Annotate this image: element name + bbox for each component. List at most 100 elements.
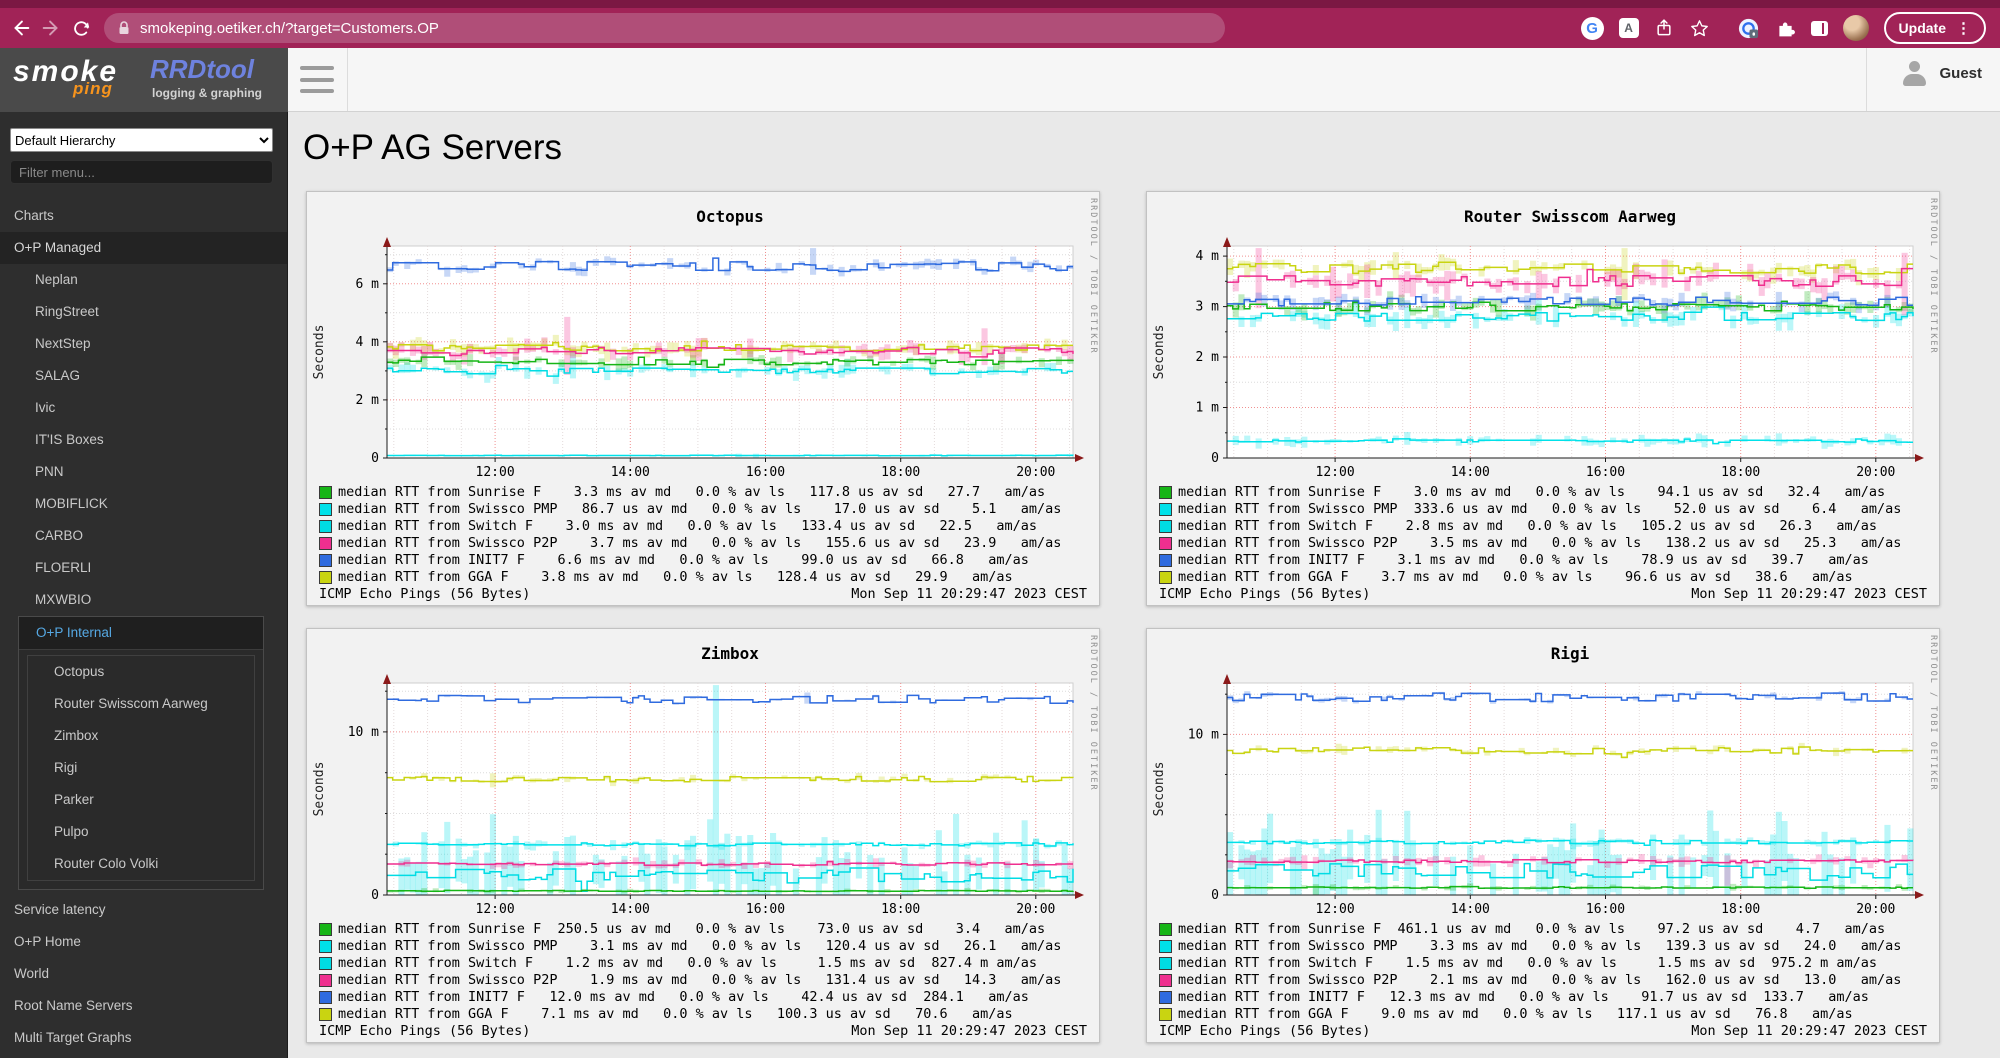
y-axis-label: Seconds — [1152, 325, 1167, 380]
sidebar-item-it-is-boxes[interactable]: IT'IS Boxes — [0, 424, 288, 456]
legend-swatch — [319, 974, 332, 987]
sidebar-item-floerli[interactable]: FLOERLI — [0, 552, 288, 584]
legend-text: median RTT from Switch F 1.2 ms av md 0.… — [338, 955, 1037, 972]
browser-reload-button[interactable] — [66, 13, 96, 43]
hamburger-menu-icon[interactable] — [300, 66, 334, 93]
legend-swatch — [1159, 957, 1172, 970]
sidebar-item-ivic[interactable]: Ivic — [0, 392, 288, 424]
forward-arrow-icon — [40, 17, 62, 39]
share-icon[interactable] — [1654, 18, 1674, 38]
legend-swatch — [1159, 520, 1172, 533]
svg-text:0: 0 — [1211, 451, 1219, 466]
svg-text:14:00: 14:00 — [1451, 465, 1490, 480]
svg-text:2 m: 2 m — [1196, 350, 1220, 365]
legend-text: median RTT from INIT7 F 6.6 ms av md 0.0… — [338, 552, 1029, 569]
sidebar-item-mobiflick[interactable]: MOBIFLICK — [0, 488, 288, 520]
chart-title: Router Swisscom Aarweg — [1464, 207, 1676, 226]
svg-text:16:00: 16:00 — [1586, 902, 1625, 917]
sidebar-menu: ChartsO+P ManagedNeplanRingStreetNextSte… — [0, 200, 288, 1054]
sidebar-item-mxwbio[interactable]: MXWBIO — [0, 584, 288, 616]
sidebar-item-carbo[interactable]: CARBO — [0, 520, 288, 552]
sidebar-item-neplan[interactable]: Neplan — [0, 264, 288, 296]
header-divider — [347, 48, 348, 111]
legend-swatch — [319, 991, 332, 1004]
svg-text:10 m: 10 m — [1188, 727, 1219, 742]
legend-swatch — [1159, 554, 1172, 567]
sidebar-item-o-p-home[interactable]: O+P Home — [0, 926, 288, 958]
browser-forward-button[interactable] — [36, 13, 66, 43]
reload-icon — [71, 18, 92, 39]
user-menu[interactable]: Guest — [1901, 60, 1982, 87]
update-button[interactable]: Update ⋮ — [1884, 12, 1986, 44]
footer-right: Mon Sep 11 20:29:47 2023 CEST — [1691, 586, 1927, 603]
bookmark-star-icon[interactable] — [1689, 18, 1710, 39]
legend-text: median RTT from Swissco P2P 1.9 ms av md… — [338, 972, 1061, 989]
charts-grid: 02 m4 m6 m12:0014:0016:0018:0020:00Octop… — [306, 191, 1940, 1043]
sidebar-item-pulpo[interactable]: Pulpo — [28, 816, 254, 848]
sidebar-item-pnn[interactable]: PNN — [0, 456, 288, 488]
sidebar-item-o-p-managed[interactable]: O+P Managed — [0, 232, 288, 264]
sidebar-item-o-p-internal[interactable]: O+P Internal — [19, 617, 263, 650]
sidebar-item-ringstreet[interactable]: RingStreet — [0, 296, 288, 328]
page-title: O+P AG Servers — [303, 128, 562, 168]
back-arrow-icon — [10, 17, 32, 39]
legend-swatch — [1159, 991, 1172, 1004]
smokeping-logo: smoke ping RRDtool logging & graphing — [0, 48, 288, 112]
chart-title: Octopus — [696, 207, 763, 226]
sidebar-item-parker[interactable]: Parker — [28, 784, 254, 816]
chart-panel-router-swisscom-aarweg[interactable]: 01 m2 m3 m4 m12:0014:0016:0018:0020:00Ro… — [1146, 191, 1940, 606]
legend-text: median RTT from Sunrise F 461.1 us av md… — [1178, 921, 1885, 938]
legend-row-init7-f: median RTT from INIT7 F 6.6 ms av md 0.0… — [319, 552, 1099, 569]
legend-text: median RTT from Swissco PMP 3.1 ms av md… — [338, 938, 1061, 955]
sidebar-item-router-swisscom-aarweg[interactable]: Router Swisscom Aarweg — [28, 688, 254, 720]
legend-row-swissco-pmp: median RTT from Swissco PMP 86.7 us av m… — [319, 501, 1099, 518]
sidebar-item-rigi[interactable]: Rigi — [28, 752, 254, 784]
logo-rrdtool-text: RRDtool — [150, 54, 254, 85]
chart-panel-zimbox[interactable]: 010 m12:0014:0016:0018:0020:00ZimboxSeco… — [306, 628, 1100, 1043]
logo-ping-text: ping — [73, 79, 113, 99]
profile-avatar[interactable] — [1843, 15, 1869, 41]
extensions-puzzle-icon[interactable] — [1775, 18, 1796, 39]
chart-panel-rigi[interactable]: 010 m12:0014:0016:0018:0020:00RigiSecond… — [1146, 628, 1940, 1043]
sidebar-item-charts[interactable]: Charts — [0, 200, 288, 232]
password-manager-icon[interactable] — [1737, 17, 1760, 40]
svg-text:16:00: 16:00 — [746, 465, 785, 480]
google-icon[interactable]: G — [1581, 17, 1604, 40]
sidebar-item-zimbox[interactable]: Zimbox — [28, 720, 254, 752]
sidebar-item-root-name-servers[interactable]: Root Name Servers — [0, 990, 288, 1022]
sidebar-item-router-colo-volki[interactable]: Router Colo Volki — [28, 848, 254, 880]
footer-left: ICMP Echo Pings (56 Bytes) — [1159, 586, 1370, 603]
translate-icon[interactable]: A — [1619, 18, 1639, 38]
legend-text: median RTT from Switch F 3.0 ms av md 0.… — [338, 518, 1037, 535]
hierarchy-select[interactable]: Default Hierarchy — [10, 128, 273, 152]
kebab-menu-icon[interactable]: ⋮ — [1956, 19, 1971, 37]
sidebar-item-service-latency[interactable]: Service latency — [0, 894, 288, 926]
legend-swatch — [319, 940, 332, 953]
svg-text:14:00: 14:00 — [1451, 902, 1490, 917]
legend-text: median RTT from Swissco PMP 3.3 ms av md… — [1178, 938, 1901, 955]
sidebar-item-world[interactable]: World — [0, 958, 288, 990]
sidebar-item-nextstep[interactable]: NextStep — [0, 328, 288, 360]
legend-row-sunrise-f: median RTT from Sunrise F 3.0 ms av md 0… — [1159, 484, 1939, 501]
svg-text:1 m: 1 m — [1196, 401, 1220, 416]
chart-panel-octopus[interactable]: 02 m4 m6 m12:0014:0016:0018:0020:00Octop… — [306, 191, 1100, 606]
svg-text:20:00: 20:00 — [1016, 465, 1055, 480]
sidebar-item-octopus[interactable]: Octopus — [28, 656, 254, 688]
footer-left: ICMP Echo Pings (56 Bytes) — [1159, 1023, 1370, 1040]
legend-swatch — [1159, 503, 1172, 516]
user-label: Guest — [1939, 65, 1982, 82]
svg-text:0: 0 — [1211, 888, 1219, 903]
svg-text:18:00: 18:00 — [881, 465, 920, 480]
filter-menu-input[interactable] — [10, 160, 273, 184]
legend-row-init7-f: median RTT from INIT7 F 12.3 ms av md 0.… — [1159, 989, 1939, 1006]
sidebar-item-salag[interactable]: SALAG — [0, 360, 288, 392]
address-bar[interactable]: smokeping.oetiker.ch/?target=Customers.O… — [104, 13, 1225, 43]
legend-swatch — [319, 923, 332, 936]
legend-row-init7-f: median RTT from INIT7 F 12.0 ms av md 0.… — [319, 989, 1099, 1006]
chart-legend: median RTT from Sunrise F 3.0 ms av md 0… — [1159, 484, 1939, 586]
svg-text:4 m: 4 m — [356, 335, 380, 350]
sidebar-item-multi-target-graphs[interactable]: Multi Target Graphs — [0, 1022, 288, 1054]
browser-back-button[interactable] — [6, 13, 36, 43]
side-panel-icon[interactable] — [1811, 21, 1828, 36]
legend-row-swissco-p2p: median RTT from Swissco P2P 2.1 ms av md… — [1159, 972, 1939, 989]
